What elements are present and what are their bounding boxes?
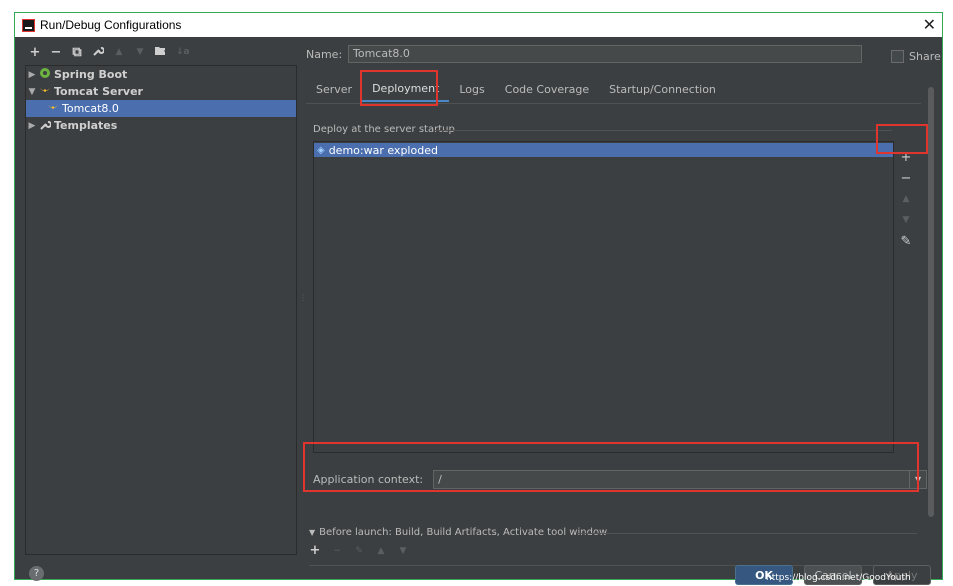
- tab-bar: Server Deployment Logs Code Coverage Sta…: [306, 78, 726, 102]
- tomcat-icon: [46, 102, 60, 115]
- deploy-section-label: Deploy at the server startup: [313, 124, 455, 135]
- remove-artifact-button[interactable]: −: [897, 168, 915, 189]
- application-context-row: Application context: / ▼: [313, 470, 928, 489]
- close-icon[interactable]: ✕: [923, 15, 936, 34]
- vertical-scrollbar[interactable]: [928, 87, 934, 517]
- tree-item-label: Tomcat Server: [54, 85, 143, 98]
- spring-boot-icon: [38, 67, 52, 82]
- intellij-app-icon: [22, 18, 35, 32]
- artifact-icon: ◈: [317, 144, 325, 156]
- tree-item-label: Templates: [54, 119, 118, 132]
- share-label: Share: [909, 50, 941, 63]
- chevron-down-icon[interactable]: ▼: [909, 471, 926, 488]
- edit-pencil-icon[interactable]: ✎: [897, 231, 915, 252]
- before-launch-tools: + − ✎ ▲ ▼: [309, 543, 409, 559]
- before-launch-header[interactable]: ▼ Before launch: Build, Build Artifacts,…: [309, 527, 607, 538]
- tree-item-templates[interactable]: ▶ Templates: [26, 117, 296, 134]
- tab-code-coverage[interactable]: Code Coverage: [495, 79, 599, 101]
- tree-item-spring-boot[interactable]: ▶ Spring Boot: [26, 66, 296, 83]
- before-launch-label: Before launch: Build, Build Artifacts, A…: [319, 527, 608, 538]
- deploy-list: ◈ demo:war exploded: [313, 141, 894, 453]
- deploy-list-item[interactable]: ◈ demo:war exploded: [314, 143, 893, 157]
- edit-defaults-wrench-icon[interactable]: [92, 45, 105, 60]
- deploy-tools: + − ▲ ▼ ✎: [897, 147, 915, 252]
- tree-item-label: Spring Boot: [54, 68, 128, 81]
- move-up-icon[interactable]: ▲: [375, 543, 387, 559]
- expand-arrow-icon[interactable]: ▶: [26, 121, 38, 131]
- application-context-value: /: [438, 473, 442, 486]
- name-label: Name:: [306, 47, 343, 61]
- tree-item-tomcat-server[interactable]: ▼ Tomcat Server: [26, 83, 296, 100]
- share-checkbox-row[interactable]: Share: [891, 50, 941, 63]
- move-down-icon[interactable]: ▼: [397, 543, 409, 559]
- tree-item-label: Tomcat8.0: [62, 102, 119, 115]
- application-context-combo[interactable]: / ▼: [433, 470, 928, 489]
- new-folder-icon[interactable]: [155, 45, 167, 60]
- sort-icon[interactable]: ↓a: [176, 47, 190, 57]
- help-button[interactable]: ?: [29, 566, 44, 581]
- config-tree: ▶ Spring Boot ▼ Tomcat Server Tomcat8.0: [25, 65, 297, 555]
- tree-item-tomcat8[interactable]: Tomcat8.0: [26, 100, 296, 117]
- window-title: Run/Debug Configurations: [40, 18, 182, 32]
- name-input[interactable]: Tomcat8.0: [348, 45, 862, 63]
- title-bar: Run/Debug Configurations ✕: [15, 13, 942, 37]
- tab-logs[interactable]: Logs: [449, 79, 494, 101]
- expand-arrow-icon[interactable]: ▶: [26, 70, 38, 80]
- deploy-item-label: demo:war exploded: [328, 143, 438, 157]
- collapse-arrow-icon[interactable]: ▼: [26, 87, 38, 97]
- run-debug-dialog: Run/Debug Configurations ✕ + − ⧉ ▲ ▼ ↓a …: [14, 12, 943, 585]
- wrench-icon: [38, 119, 52, 133]
- name-row: Name: Tomcat8.0: [306, 45, 862, 63]
- share-checkbox[interactable]: [891, 50, 904, 63]
- tab-server[interactable]: Server: [306, 79, 362, 101]
- application-context-label: Application context:: [313, 473, 424, 486]
- add-config-button[interactable]: +: [29, 45, 41, 60]
- watermark-text: https://blog.csdn.net/GoodYouth: [766, 573, 911, 583]
- edit-task-pencil-icon[interactable]: ✎: [353, 543, 365, 559]
- tab-divider: [306, 103, 921, 104]
- section-divider: [435, 130, 892, 131]
- add-task-button[interactable]: +: [309, 543, 321, 559]
- remove-task-button[interactable]: −: [331, 543, 343, 559]
- tomcat-icon: [38, 85, 52, 98]
- tab-deployment[interactable]: Deployment: [362, 78, 450, 102]
- move-down-icon[interactable]: ▼: [134, 47, 146, 57]
- move-up-icon[interactable]: ▲: [113, 47, 125, 57]
- move-up-icon[interactable]: ▲: [897, 189, 915, 210]
- config-toolbar: + − ⧉ ▲ ▼ ↓a: [25, 43, 297, 61]
- copy-config-icon[interactable]: ⧉: [71, 45, 83, 60]
- tab-startup-connection[interactable]: Startup/Connection: [599, 79, 726, 101]
- section-divider: [577, 533, 917, 534]
- remove-config-button[interactable]: −: [50, 45, 62, 60]
- move-down-icon[interactable]: ▼: [897, 210, 915, 231]
- configuration-panel: + − ⧉ ▲ ▼ ↓a ▶ Spring Boot ▼ Tomcat Serv…: [25, 43, 297, 557]
- add-artifact-button[interactable]: +: [897, 147, 915, 168]
- collapse-triangle-icon[interactable]: ▼: [309, 528, 315, 537]
- config-editor: Name: Tomcat8.0 Share Server Deployment …: [305, 43, 941, 573]
